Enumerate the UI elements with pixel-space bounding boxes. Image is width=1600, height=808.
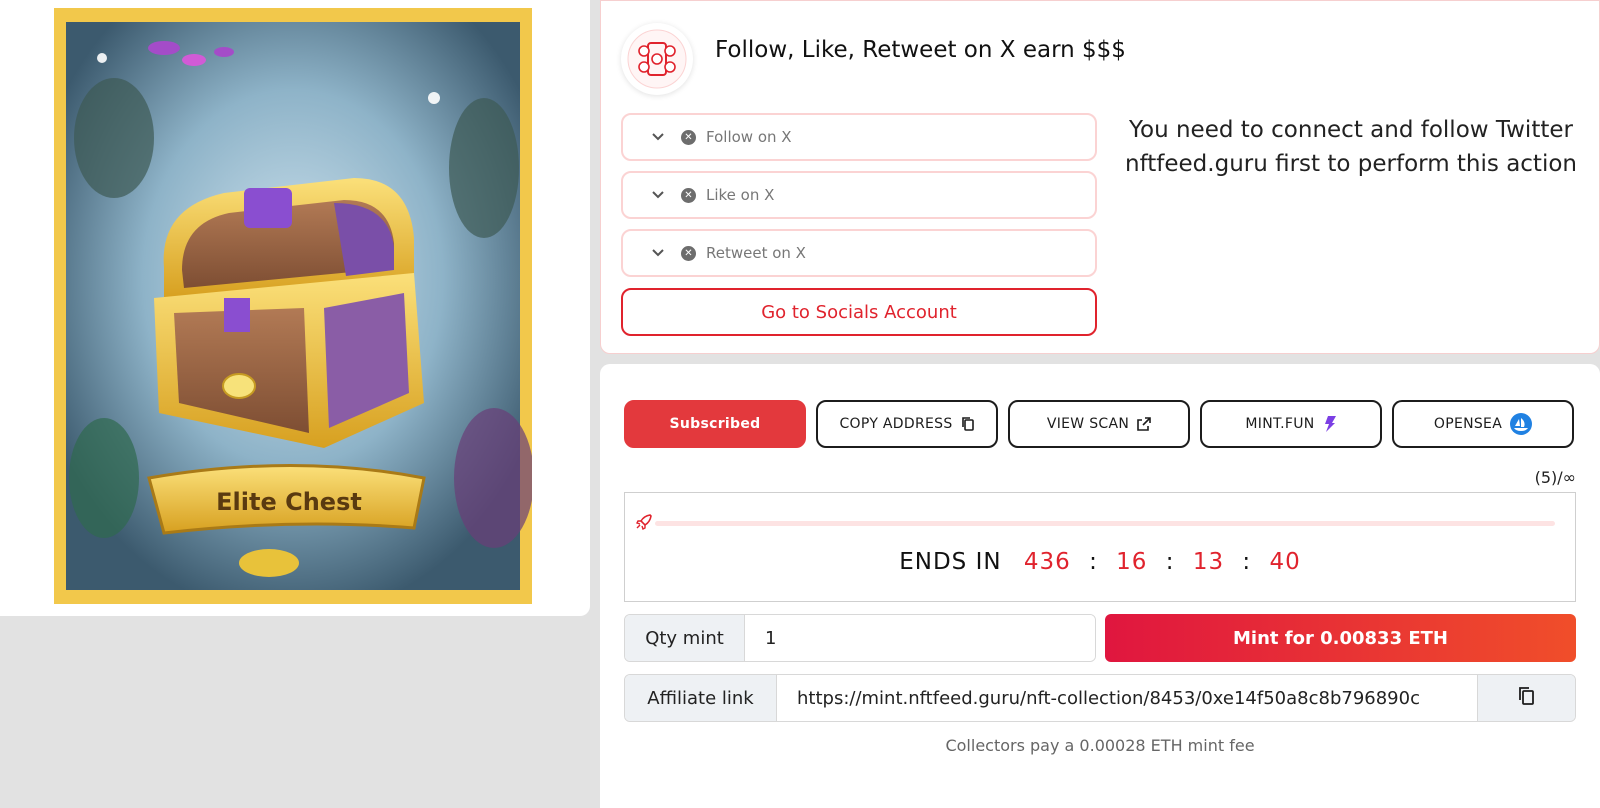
affiliate-link-input[interactable] xyxy=(777,675,1477,721)
qty-mint-group: Qty mint xyxy=(624,614,1096,662)
chevron-down-icon xyxy=(651,246,665,260)
mint-fun-button[interactable]: MINT.FUN xyxy=(1200,400,1382,448)
progress-track xyxy=(655,521,1555,526)
external-link-icon xyxy=(1137,417,1151,431)
copy-affiliate-button[interactable] xyxy=(1477,675,1575,721)
mint-fun-label: MINT.FUN xyxy=(1245,416,1315,432)
countdown-hours: 16 xyxy=(1116,549,1148,575)
task-follow-on-x[interactable]: ✕ Follow on X xyxy=(621,113,1097,161)
opensea-logo-icon xyxy=(1510,413,1533,435)
x-logo-icon: ✕ xyxy=(681,245,696,261)
chevron-down-icon xyxy=(651,130,665,144)
mint-card: Subscribed COPY ADDRESS VIEW SCAN MINT.F… xyxy=(600,364,1600,808)
copy-icon xyxy=(1518,686,1536,710)
social-apps-logo xyxy=(621,23,693,95)
nft-image-card: Elite Chest xyxy=(0,0,590,616)
social-tasks-card: Follow, Like, Retweet on X earn $$$ ✕ Fo… xyxy=(600,0,1600,354)
mint-fee-note: Collectors pay a 0.00028 ETH mint fee xyxy=(945,736,1255,755)
qty-mint-label: Qty mint xyxy=(625,615,745,661)
copy-address-button[interactable]: COPY ADDRESS xyxy=(816,400,998,448)
x-logo-icon: ✕ xyxy=(681,187,696,203)
view-scan-button[interactable]: VIEW SCAN xyxy=(1008,400,1190,448)
social-title: Follow, Like, Retweet on X earn $$$ xyxy=(715,37,1126,63)
opensea-button[interactable]: OPENSEA xyxy=(1392,400,1574,448)
mint-button[interactable]: Mint for 0.00833 ETH xyxy=(1105,614,1576,662)
go-to-socials-button[interactable]: Go to Socials Account xyxy=(621,288,1097,336)
affiliate-link-group: Affiliate link xyxy=(624,674,1576,722)
countdown-timer: ENDS IN 436 : 16 : 13 : 40 xyxy=(625,549,1575,575)
countdown-separator: : xyxy=(1089,549,1098,575)
countdown-separator: : xyxy=(1165,549,1175,575)
rocket-icon xyxy=(635,513,653,535)
opensea-label: OPENSEA xyxy=(1433,416,1503,432)
subscribed-label: Subscribed xyxy=(669,416,761,432)
x-logo-icon: ✕ xyxy=(681,129,696,145)
countdown-minutes: 13 xyxy=(1192,549,1225,575)
task-label: Follow on X xyxy=(706,128,792,146)
svg-text:Elite Chest: Elite Chest xyxy=(216,488,362,516)
mint-progress-box: ENDS IN 436 : 16 : 13 : 40 xyxy=(624,492,1576,602)
subscribed-button[interactable]: Subscribed xyxy=(624,400,806,448)
supply-count: (5)/∞ xyxy=(1534,468,1576,487)
countdown-days: 436 xyxy=(1023,549,1071,575)
view-scan-label: VIEW SCAN xyxy=(1046,416,1130,432)
countdown-separator: : xyxy=(1242,549,1252,575)
countdown-label: ENDS IN xyxy=(899,549,1002,575)
nft-artwork: Elite Chest xyxy=(54,8,532,604)
phone-social-icon xyxy=(627,29,687,89)
affiliate-link-label: Affiliate link xyxy=(625,675,777,721)
task-retweet-on-x[interactable]: ✕ Retweet on X xyxy=(621,229,1097,277)
copy-icon xyxy=(961,416,975,432)
chevron-down-icon xyxy=(651,188,665,202)
connect-message: You need to connect and follow Twitter n… xyxy=(1125,117,1577,177)
qty-mint-input[interactable] xyxy=(745,615,1095,661)
task-label: Retweet on X xyxy=(706,244,806,262)
task-like-on-x[interactable]: ✕ Like on X xyxy=(621,171,1097,219)
task-label: Like on X xyxy=(706,186,775,204)
copy-address-label: COPY ADDRESS xyxy=(839,416,953,432)
mint-fun-logo-icon xyxy=(1323,415,1337,433)
countdown-seconds: 40 xyxy=(1269,549,1301,575)
